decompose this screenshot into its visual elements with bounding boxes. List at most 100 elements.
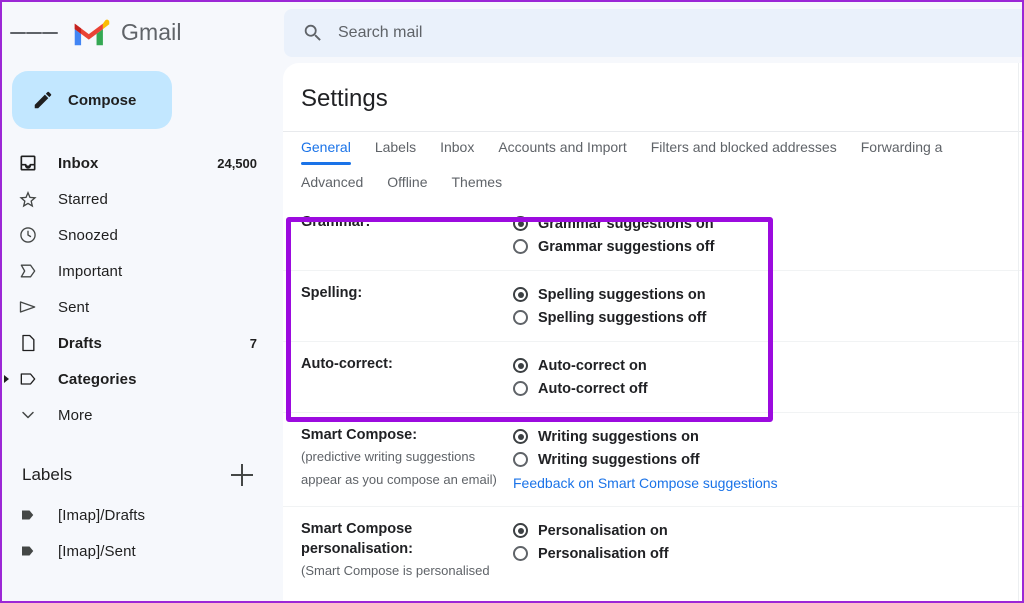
hamburger-bar	[42, 31, 58, 34]
option-label[interactable]: Writing suggestions on	[538, 429, 699, 445]
radio-button[interactable]	[513, 216, 528, 231]
star-icon	[16, 187, 40, 211]
option-spelling-on[interactable]: Spelling suggestions on	[513, 283, 1022, 306]
tab-labels[interactable]: Labels	[375, 132, 416, 168]
sidebar-item-label: Important	[58, 262, 123, 280]
sidebar-label-imap-drafts[interactable]: [Imap]/Drafts	[2, 497, 283, 533]
sidebar-item-starred[interactable]: Starred	[2, 181, 283, 217]
compose-button[interactable]: Compose	[12, 71, 172, 129]
create-label-icon[interactable]	[231, 464, 253, 486]
radio-button[interactable]	[513, 546, 528, 561]
sidebar-item-label: Sent	[58, 298, 90, 316]
setting-label-block: Smart Compose: (predictive writing sugge…	[301, 425, 513, 494]
setting-subtitle-line: appear as you compose an email)	[301, 472, 497, 487]
pencil-icon	[34, 91, 52, 109]
setting-label-block: Smart Compose personalisation: (Smart Co…	[301, 519, 513, 582]
sidebar-item-label: Drafts	[58, 334, 102, 352]
app-body: Compose Inbox 24,500 Starred Snoozed Imp…	[2, 63, 1022, 601]
radio-button[interactable]	[513, 381, 528, 396]
feedback-link-row: Feedback on Smart Compose suggestions	[513, 471, 1022, 494]
option-label[interactable]: Auto-correct on	[538, 358, 647, 374]
tab-advanced[interactable]: Advanced	[301, 174, 363, 190]
tab-forwarding[interactable]: Forwarding a	[861, 132, 943, 168]
option-label[interactable]: Writing suggestions off	[538, 452, 700, 468]
sidebar-item-more[interactable]: More	[2, 397, 283, 433]
tab-inbox[interactable]: Inbox	[440, 132, 474, 168]
settings-tabs-row-1: General Labels Inbox Accounts and Import…	[283, 132, 1022, 168]
radio-button[interactable]	[513, 310, 528, 325]
label-tag-icon	[16, 503, 40, 527]
sidebar-item-drafts[interactable]: Drafts 7	[2, 325, 283, 361]
sidebar-label-text: [Imap]/Drafts	[58, 506, 146, 524]
option-writing-suggestions-on[interactable]: Writing suggestions on	[513, 425, 1022, 448]
label-icon	[16, 367, 40, 391]
sidebar-label-imap-sent[interactable]: [Imap]/Sent	[2, 533, 283, 569]
tab-accounts-import[interactable]: Accounts and Import	[498, 132, 626, 168]
sidebar-item-snoozed[interactable]: Snoozed	[2, 217, 283, 253]
search-input[interactable]	[338, 23, 1022, 42]
settings-panel: Settings General Labels Inbox Accounts a…	[283, 63, 1022, 601]
option-label[interactable]: Personalisation on	[538, 523, 668, 539]
hamburger-bar	[26, 31, 42, 34]
settings-tabs-row-2: Advanced Offline Themes	[283, 168, 1022, 200]
sidebar-item-inbox[interactable]: Inbox 24,500	[2, 145, 283, 181]
chevron-down-icon	[16, 403, 40, 427]
option-personalisation-off[interactable]: Personalisation off	[513, 542, 1022, 565]
top-bar: Gmail	[2, 2, 1022, 63]
sidebar-item-count: 24,500	[217, 155, 257, 171]
option-personalisation-on[interactable]: Personalisation on	[513, 519, 1022, 542]
hamburger-bar	[10, 31, 26, 34]
setting-label-block: Spelling:	[301, 283, 513, 329]
setting-title: Spelling:	[301, 285, 363, 301]
setting-label-block: Auto-correct:	[301, 354, 513, 400]
radio-button[interactable]	[513, 358, 528, 373]
label-tag-icon	[16, 539, 40, 563]
option-spelling-off[interactable]: Spelling suggestions off	[513, 306, 1022, 329]
settings-rows: Grammar: Grammar suggestions on Grammar …	[283, 200, 1022, 594]
setting-row-auto-correct: Auto-correct: Auto-correct on Auto-corre…	[283, 341, 1022, 412]
option-label[interactable]: Grammar suggestions off	[538, 239, 714, 255]
option-grammar-off[interactable]: Grammar suggestions off	[513, 235, 1022, 258]
radio-button[interactable]	[513, 452, 528, 467]
tab-general[interactable]: General	[301, 132, 351, 168]
option-auto-correct-off[interactable]: Auto-correct off	[513, 377, 1022, 400]
setting-title: Smart Compose personalisation:	[301, 521, 413, 557]
sidebar-item-important[interactable]: Important	[2, 253, 283, 289]
labels-section-header: Labels	[2, 453, 283, 497]
option-writing-suggestions-off[interactable]: Writing suggestions off	[513, 448, 1022, 471]
setting-row-smart-compose-personalisation: Smart Compose personalisation: (Smart Co…	[283, 506, 1022, 594]
smart-compose-feedback-link[interactable]: Feedback on Smart Compose suggestions	[513, 475, 778, 491]
setting-row-grammar: Grammar: Grammar suggestions on Grammar …	[283, 200, 1022, 270]
setting-options: Writing suggestions on Writing suggestio…	[513, 425, 1022, 494]
option-grammar-on[interactable]: Grammar suggestions on	[513, 212, 1022, 235]
sidebar: Compose Inbox 24,500 Starred Snoozed Imp…	[2, 63, 283, 601]
sidebar-item-sent[interactable]: Sent	[2, 289, 283, 325]
gmail-brand[interactable]: Gmail	[72, 18, 262, 48]
send-icon	[16, 295, 40, 319]
option-label[interactable]: Auto-correct off	[538, 381, 648, 397]
search-bar[interactable]	[284, 8, 1022, 57]
option-label[interactable]: Spelling suggestions on	[538, 287, 706, 303]
option-label[interactable]: Personalisation off	[538, 546, 669, 562]
radio-button[interactable]	[513, 287, 528, 302]
tab-filters-blocked[interactable]: Filters and blocked addresses	[651, 132, 837, 168]
radio-button[interactable]	[513, 429, 528, 444]
draft-icon	[16, 331, 40, 355]
sidebar-item-count: 7	[249, 335, 257, 351]
option-label[interactable]: Grammar suggestions on	[538, 216, 714, 232]
sidebar-label-text: [Imap]/Sent	[58, 542, 136, 560]
expand-caret-icon[interactable]	[4, 375, 9, 383]
sidebar-item-categories[interactable]: Categories	[2, 361, 283, 397]
important-icon	[16, 259, 40, 283]
radio-button[interactable]	[513, 523, 528, 538]
gmail-logo-icon	[74, 19, 110, 45]
radio-button[interactable]	[513, 239, 528, 254]
compose-label: Compose	[68, 91, 137, 109]
tab-themes[interactable]: Themes	[452, 174, 503, 190]
option-label[interactable]: Spelling suggestions off	[538, 310, 706, 326]
setting-title: Smart Compose:	[301, 427, 418, 443]
tab-offline[interactable]: Offline	[387, 174, 427, 190]
setting-label-block: Grammar:	[301, 212, 513, 258]
main-menu-icon[interactable]	[10, 9, 58, 57]
option-auto-correct-on[interactable]: Auto-correct on	[513, 354, 1022, 377]
